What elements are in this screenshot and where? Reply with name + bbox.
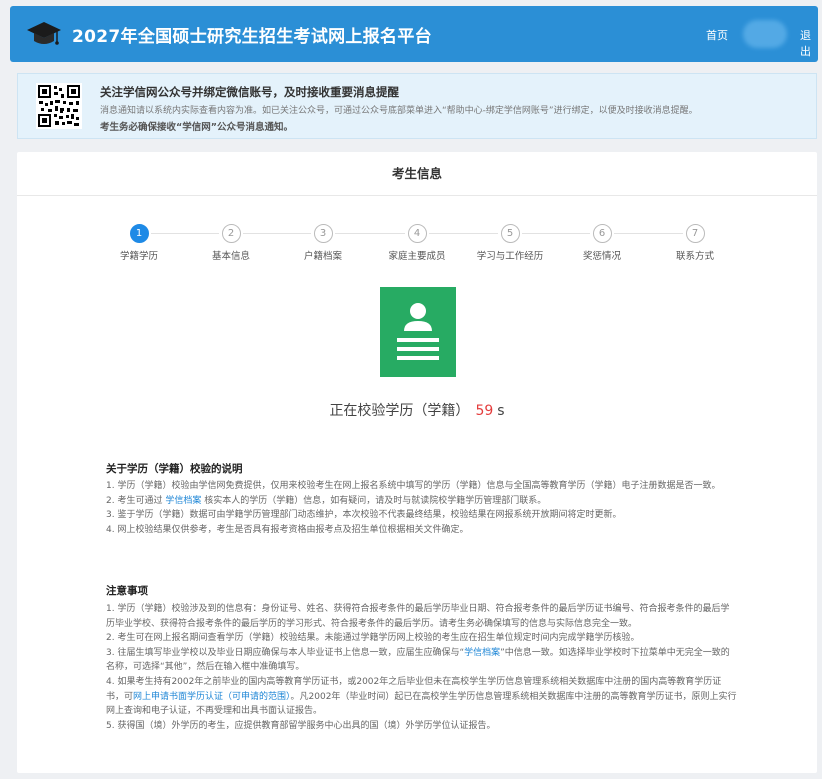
list-item: 3. 鉴于学历（学籍）数据可由学籍学历管理部门动态维护，本次校验不代表最终结果，… — [106, 508, 738, 523]
list-item: 2. 考生可通过 学信档案 核实本人的学历（学籍）信息，如有疑问，请及时与就读院… — [106, 494, 738, 509]
step-item: 5 学习与工作经历 — [465, 224, 555, 262]
qr-code-icon — [36, 83, 82, 129]
step-label: 学习与工作经历 — [476, 251, 544, 262]
step-item: 3 户籍档案 — [278, 224, 368, 262]
top-header-bar: 2027年全国硕士研究生招生考试网上报名平台 首页 退出 — [10, 6, 818, 62]
step-label: 家庭主要成员 — [388, 251, 446, 262]
user-document-icon — [380, 287, 456, 377]
user-avatar-blurred[interactable] — [743, 20, 787, 48]
progress-stepper: 1 学籍学历 2 基本信息 3 户籍档案 4 家庭主要成员 5 学习与工作经历 6 奖惩情况 7 联系方式 — [17, 224, 817, 264]
about-section-title: 关于学历（学籍）校验的说明 — [106, 463, 243, 475]
list-item: 4. 网上校验结果仅供参考，考生是否具有报考资格由报考点及招生单位根据相关文件确… — [106, 523, 738, 538]
step-item: 4 家庭主要成员 — [372, 224, 462, 262]
step-number: 1 — [129, 224, 149, 243]
step-number: 2 — [221, 224, 241, 243]
list-item: 2. 考生可在网上报名期间查看学历（学籍）校验结果。未能通过学籍学历网上校验的考… — [106, 631, 738, 646]
site-title: 2027年全国硕士研究生招生考试网上报名平台 — [72, 27, 432, 47]
list-item: 1. 学历（学籍）校验涉及到的信息有：身份证号、姓名、获得符合报考条件的最后学历… — [106, 602, 738, 631]
list-item: 4. 如果考生持有2002年之前毕业的国内高等教育学历证书，或2002年之后毕业… — [106, 675, 738, 719]
step-number: 6 — [592, 224, 612, 243]
nav-home-link[interactable]: 首页 — [706, 27, 728, 43]
step-item: 6 奖惩情况 — [557, 224, 647, 262]
item-text: 2. 考生可通过 — [106, 495, 166, 506]
wechat-notice-banner: 关注学信网公众号并绑定微信账号，及时接收重要消息提醒 消息通知请以系统内实际查看… — [17, 73, 817, 139]
item-text: 4. 网上校验结果仅供参考，考生是否具有报考资格由报考点及招生单位根据相关文件确… — [106, 524, 469, 535]
item-text: 核实本人的学历（学籍）信息，如有疑问，请及时与就读院校学籍学历管理部门联系。 — [201, 495, 547, 506]
item-text: 5. 获得国（境）外学历的考生，应提供教育部留学服务中心出具的国（境）外学历学位… — [106, 720, 496, 731]
item-text: 1. 学历（学籍）校验涉及到的信息有：身份证号、姓名、获得符合报考条件的最后学历… — [106, 604, 730, 629]
notes-list: 1. 学历（学籍）校验涉及到的信息有：身份证号、姓名、获得符合报考条件的最后学历… — [106, 602, 738, 733]
step-item: 1 学籍学历 — [94, 224, 184, 262]
logout-link[interactable]: 退出 — [800, 27, 818, 59]
step-label: 学籍学历 — [119, 251, 158, 262]
notice-emphasis: 考生务必确保接收“学信网”公众号消息通知。 — [100, 122, 293, 133]
step-label: 联系方式 — [675, 251, 714, 262]
graduation-cap-icon — [27, 22, 61, 45]
step-label: 基本信息 — [211, 251, 250, 262]
step-label: 奖惩情况 — [582, 251, 621, 262]
step-number: 3 — [313, 224, 333, 243]
card-title: 考生信息 — [17, 152, 817, 196]
notice-body: 消息通知请以系统内实际查看内容为准。如已关注公众号，可通过公众号底部菜单进入“帮… — [100, 106, 698, 116]
step-item: 2 基本信息 — [186, 224, 276, 262]
inline-link[interactable]: 学信档案 — [464, 648, 500, 658]
notes-section-title: 注意事项 — [106, 585, 148, 597]
countdown-seconds: 59 — [475, 403, 494, 419]
candidate-info-card: 考生信息 1 学籍学历 2 基本信息 3 户籍档案 4 家庭主要成员 5 学习与工作经历 6 奖惩情况… — [17, 152, 817, 773]
step-number: 4 — [407, 224, 427, 243]
list-item: 1. 学历（学籍）校验由学信网免费提供，仅用来校验考生在网上报名系统中填写的学历… — [106, 479, 738, 494]
step-label: 户籍档案 — [303, 251, 342, 262]
inline-link[interactable]: 网上申请书面学历认证（可申请的范围） — [133, 692, 291, 702]
inline-link[interactable]: 学信档案 — [165, 496, 201, 506]
status-text: 正在校验学历（学籍） — [329, 403, 470, 419]
step-number: 7 — [685, 224, 705, 243]
item-text: 3. 鉴于学历（学籍）数据可由学籍学历管理部门动态维护，本次校验不代表最终结果，… — [106, 510, 622, 521]
step-item: 7 联系方式 — [650, 224, 740, 262]
verification-status: 正在校验学历（学籍） 59 s — [17, 400, 817, 420]
about-list: 1. 学历（学籍）校验由学信网免费提供，仅用来校验考生在网上报名系统中填写的学历… — [106, 479, 738, 537]
countdown-unit: s — [497, 403, 505, 419]
step-number: 5 — [500, 224, 520, 243]
item-text: 1. 学历（学籍）校验由学信网免费提供，仅用来校验考生在网上报名系统中填写的学历… — [106, 481, 721, 491]
item-text: 3. 往届生填写毕业学校以及毕业日期应确保与本人毕业证书上信息一致，应届生应确保… — [106, 647, 465, 658]
list-item: 5. 获得国（境）外学历的考生，应提供教育部留学服务中心出具的国（境）外学历学位… — [106, 719, 738, 734]
item-text: 2. 考生可在网上报名期间查看学历（学籍）校验结果。未能通过学籍学历网上校验的考… — [106, 633, 640, 644]
list-item: 3. 往届生填写毕业学校以及毕业日期应确保与本人毕业证书上信息一致，应届生应确保… — [106, 646, 738, 675]
notice-title: 关注学信网公众号并绑定微信账号，及时接收重要消息提醒 — [100, 85, 399, 99]
